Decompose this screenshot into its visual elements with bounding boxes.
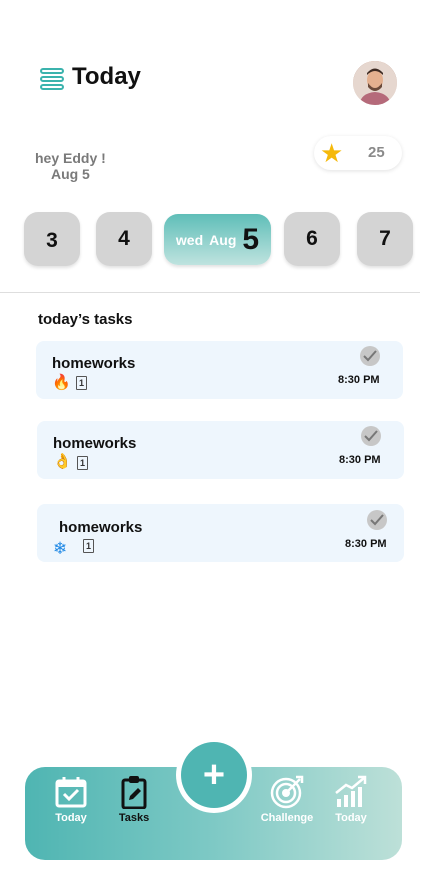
section-title: today’s tasks (38, 311, 133, 328)
nav-label: Challenge (260, 812, 314, 824)
nav-label: Today (55, 812, 87, 824)
add-task-button[interactable]: + (181, 742, 247, 808)
day-3[interactable]: 3 (24, 212, 80, 266)
nav-challenge[interactable]: Challenge (255, 775, 319, 824)
day-7[interactable]: 7 (357, 212, 413, 266)
task-title: homeworks (52, 355, 136, 372)
star-icon: ★ (320, 138, 344, 168)
task-card[interactable]: homeworks 👌 1 8:30 PM (37, 421, 404, 479)
calendar-icon: 1 (76, 376, 87, 390)
task-title: homeworks (53, 435, 137, 452)
nav-label: Tasks (118, 812, 150, 824)
ok-hand-icon: 👌 (53, 453, 72, 470)
day-4[interactable]: 4 (96, 212, 152, 266)
calendar-icon: 1 (77, 456, 88, 470)
task-time: 8:30 PM (339, 454, 381, 466)
day-label: 6 (306, 227, 318, 250)
task-card[interactable]: homeworks ❄ 1 8:30 PM (37, 504, 404, 562)
day-selected[interactable]: wed Aug 5 (164, 214, 271, 265)
calendar-check-icon (55, 777, 87, 808)
check-icon[interactable] (360, 346, 380, 366)
divider (0, 292, 420, 293)
menu-icon[interactable] (40, 68, 64, 90)
target-icon (270, 775, 304, 809)
avatar[interactable] (353, 61, 397, 105)
day-weekday: wed (175, 231, 204, 248)
page-title: Today (72, 63, 141, 90)
plus-icon: + (202, 754, 226, 796)
nav-today-stats[interactable]: Today (319, 775, 383, 824)
task-time: 8:30 PM (338, 374, 380, 386)
task-time: 8:30 PM (345, 538, 387, 550)
task-card[interactable]: homeworks 🔥 1 8:30 PM (36, 341, 403, 399)
nav-tasks[interactable]: Tasks (102, 775, 166, 824)
stars-counter[interactable]: ★ 25 (314, 136, 402, 170)
nav-today[interactable]: Today (39, 775, 103, 824)
day-number: 5 (242, 222, 260, 256)
clipboard-edit-icon (121, 776, 147, 809)
greeting-date: Aug 5 (50, 166, 90, 182)
greeting: hey Eddy ! Aug 5 (35, 150, 106, 182)
chart-growth-icon (335, 775, 367, 807)
day-6[interactable]: 6 (284, 212, 340, 266)
calendar-icon: 1 (83, 539, 94, 553)
stars-count: 25 (368, 144, 385, 161)
greeting-name: hey Eddy ! (35, 150, 106, 166)
task-title: homeworks (59, 519, 143, 536)
day-month: Aug (209, 231, 237, 248)
nav-label: Today (335, 812, 367, 824)
check-icon[interactable] (367, 510, 387, 530)
day-label: 4 (118, 227, 130, 250)
snowflake-icon: ❄ (53, 539, 68, 558)
check-icon[interactable] (361, 426, 381, 446)
day-label: 7 (379, 227, 391, 250)
fire-icon: 🔥 (52, 374, 71, 391)
day-label: 3 (46, 229, 58, 252)
